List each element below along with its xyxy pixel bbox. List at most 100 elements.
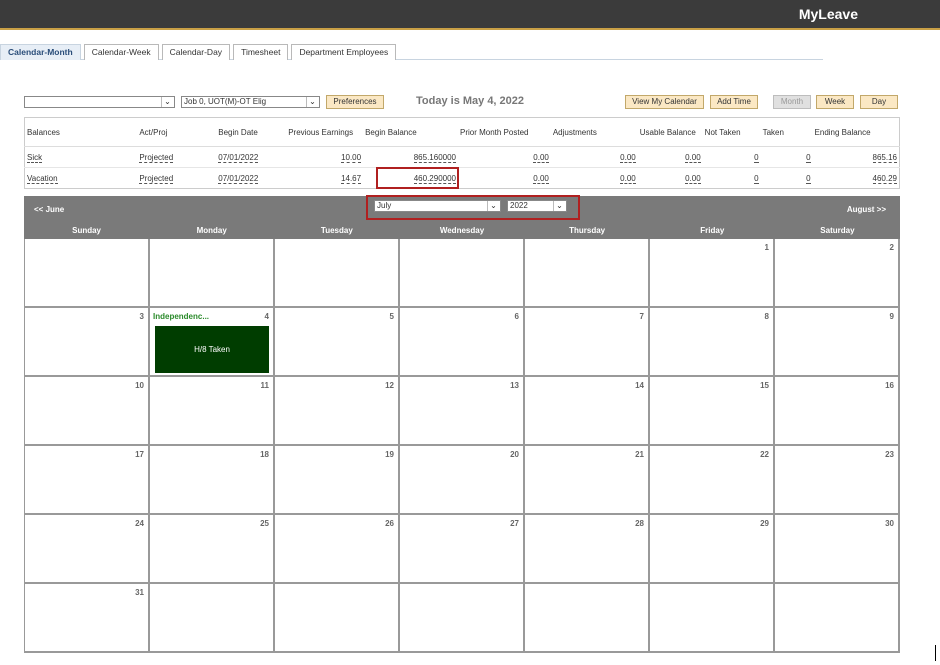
- calendar-day-cell[interactable]: 23: [775, 446, 900, 515]
- calendar-day-cell[interactable]: 16: [775, 377, 900, 446]
- employee-select[interactable]: ⌄: [24, 96, 175, 108]
- job-select[interactable]: Job 0, UOT(M)-OT Elig ⌄: [181, 96, 320, 108]
- view-my-calendar-button[interactable]: View My Calendar: [625, 95, 704, 109]
- calendar-day-cell[interactable]: 1: [650, 239, 775, 308]
- calendar-day-cell[interactable]: 12: [275, 377, 400, 446]
- calendar-day-cell[interactable]: 8: [650, 308, 775, 377]
- today-text: Today is May 4, 2022: [416, 95, 525, 107]
- calendar-day-cell[interactable]: 6: [400, 308, 525, 377]
- ending-balance[interactable]: 460.29: [812, 167, 900, 189]
- col-ending-balance: Ending Balance: [812, 117, 900, 147]
- prev-month-link[interactable]: << June: [34, 205, 64, 214]
- calendar-day-cell[interactable]: [650, 584, 775, 653]
- calendar-day-cell[interactable]: 14: [525, 377, 650, 446]
- calendar-day-cell[interactable]: 13: [400, 377, 525, 446]
- begin-balance[interactable]: 865.160000: [363, 146, 458, 168]
- calendar-day-cell[interactable]: 15: [650, 377, 775, 446]
- day-number: 21: [635, 450, 644, 459]
- usable-balance[interactable]: 0.00: [637, 167, 703, 189]
- day-number: 16: [885, 381, 894, 390]
- tab-calendar-day[interactable]: Calendar-Day: [161, 44, 231, 60]
- not-taken[interactable]: 0: [702, 167, 761, 189]
- taken[interactable]: 0: [760, 146, 813, 168]
- calendar-day-cell[interactable]: [775, 584, 900, 653]
- day-number: 11: [260, 381, 269, 390]
- next-month-link[interactable]: August >>: [847, 205, 886, 214]
- usable-balance[interactable]: 0.00: [637, 146, 703, 168]
- calendar-day-cell[interactable]: [400, 584, 525, 653]
- calendar-day-cell[interactable]: 27: [400, 515, 525, 584]
- day-number: 9: [889, 312, 894, 321]
- calendar-day-cell[interactable]: 2: [775, 239, 900, 308]
- calendar-day-cell[interactable]: 18: [150, 446, 275, 515]
- calendar-day-cell[interactable]: 22: [650, 446, 775, 515]
- calendar-day-cell[interactable]: [525, 584, 650, 653]
- ending-balance[interactable]: 865.16: [812, 146, 900, 168]
- col-begin-balance: Begin Balance: [363, 117, 458, 147]
- act-proj[interactable]: Projected: [137, 167, 217, 189]
- chevron-down-icon: ⌄: [161, 97, 173, 107]
- day-number: 22: [760, 450, 769, 459]
- calendar-day-cell[interactable]: [525, 239, 650, 308]
- day-number: 17: [135, 450, 144, 459]
- calendar-day-cell[interactable]: 24: [25, 515, 150, 584]
- balance-type[interactable]: Sick: [24, 146, 138, 168]
- calendar-day-cell[interactable]: 11: [150, 377, 275, 446]
- taken[interactable]: 0: [760, 167, 813, 189]
- calendar-day-cell[interactable]: 4 Independenc... H/8 Taken: [150, 308, 275, 377]
- calendar-day-cell[interactable]: 20: [400, 446, 525, 515]
- adjustments[interactable]: 0.00: [550, 167, 638, 189]
- calendar-day-cell[interactable]: [275, 584, 400, 653]
- col-not-taken: Not Taken: [702, 117, 761, 147]
- adjustments[interactable]: 0.00: [550, 146, 638, 168]
- not-taken[interactable]: 0: [702, 146, 761, 168]
- calendar-day-cell[interactable]: 29: [650, 515, 775, 584]
- leave-event[interactable]: H/8 Taken: [155, 326, 269, 373]
- begin-date[interactable]: 07/01/2022: [216, 146, 287, 168]
- tab-department-employees[interactable]: Department Employees: [291, 44, 397, 60]
- calendar-day-cell[interactable]: [400, 239, 525, 308]
- balance-type[interactable]: Vacation: [24, 167, 138, 189]
- day-number: 7: [639, 312, 644, 321]
- calendar-day-cell[interactable]: 7: [525, 308, 650, 377]
- week-view-button[interactable]: Week: [816, 95, 854, 109]
- calendar-day-cell[interactable]: 28: [525, 515, 650, 584]
- prior-month-posted[interactable]: 0.00: [457, 167, 551, 189]
- tab-timesheet[interactable]: Timesheet: [233, 44, 289, 60]
- calendar-day-cell[interactable]: 30: [775, 515, 900, 584]
- previous-earnings[interactable]: 10.00: [286, 146, 364, 168]
- col-usable-balance: Usable Balance: [637, 117, 703, 147]
- holiday-label: Independenc...: [153, 312, 210, 321]
- calendar-day-cell[interactable]: 3: [25, 308, 150, 377]
- day-number: 26: [385, 519, 394, 528]
- day-number: 13: [510, 381, 519, 390]
- act-proj[interactable]: Projected: [137, 146, 217, 168]
- col-taken: Taken: [760, 117, 813, 147]
- calendar-day-cell[interactable]: 21: [525, 446, 650, 515]
- weekday-header: Sunday Monday Tuesday Wednesday Thursday…: [24, 222, 900, 239]
- calendar-day-cell[interactable]: [275, 239, 400, 308]
- calendar-day-cell[interactable]: 25: [150, 515, 275, 584]
- calendar-day-cell[interactable]: [150, 239, 275, 308]
- prior-month-posted[interactable]: 0.00: [457, 146, 551, 168]
- weekday-sunday: Sunday: [72, 226, 102, 235]
- previous-earnings[interactable]: 14.67: [286, 167, 364, 189]
- calendar-day-cell[interactable]: 26: [275, 515, 400, 584]
- tab-calendar-week[interactable]: Calendar-Week: [83, 44, 159, 60]
- calendar-day-cell[interactable]: [25, 239, 150, 308]
- day-view-button[interactable]: Day: [860, 95, 898, 109]
- calendar-day-cell[interactable]: 17: [25, 446, 150, 515]
- preferences-button[interactable]: Preferences: [326, 95, 384, 109]
- job-select-value: Job 0, UOT(M)-OT Elig: [184, 97, 267, 106]
- begin-date[interactable]: 07/01/2022: [216, 167, 287, 189]
- calendar-day-cell[interactable]: 9: [775, 308, 900, 377]
- add-time-button[interactable]: Add Time: [710, 95, 758, 109]
- calendar-day-cell[interactable]: 19: [275, 446, 400, 515]
- calendar-day-cell[interactable]: 31: [25, 584, 150, 653]
- tab-calendar-month[interactable]: Calendar-Month: [0, 44, 81, 60]
- calendar-day-cell[interactable]: 10: [25, 377, 150, 446]
- day-number: 20: [510, 450, 519, 459]
- calendar-day-cell[interactable]: 5: [275, 308, 400, 377]
- calendar-day-cell[interactable]: [150, 584, 275, 653]
- month-view-button[interactable]: Month: [773, 95, 811, 109]
